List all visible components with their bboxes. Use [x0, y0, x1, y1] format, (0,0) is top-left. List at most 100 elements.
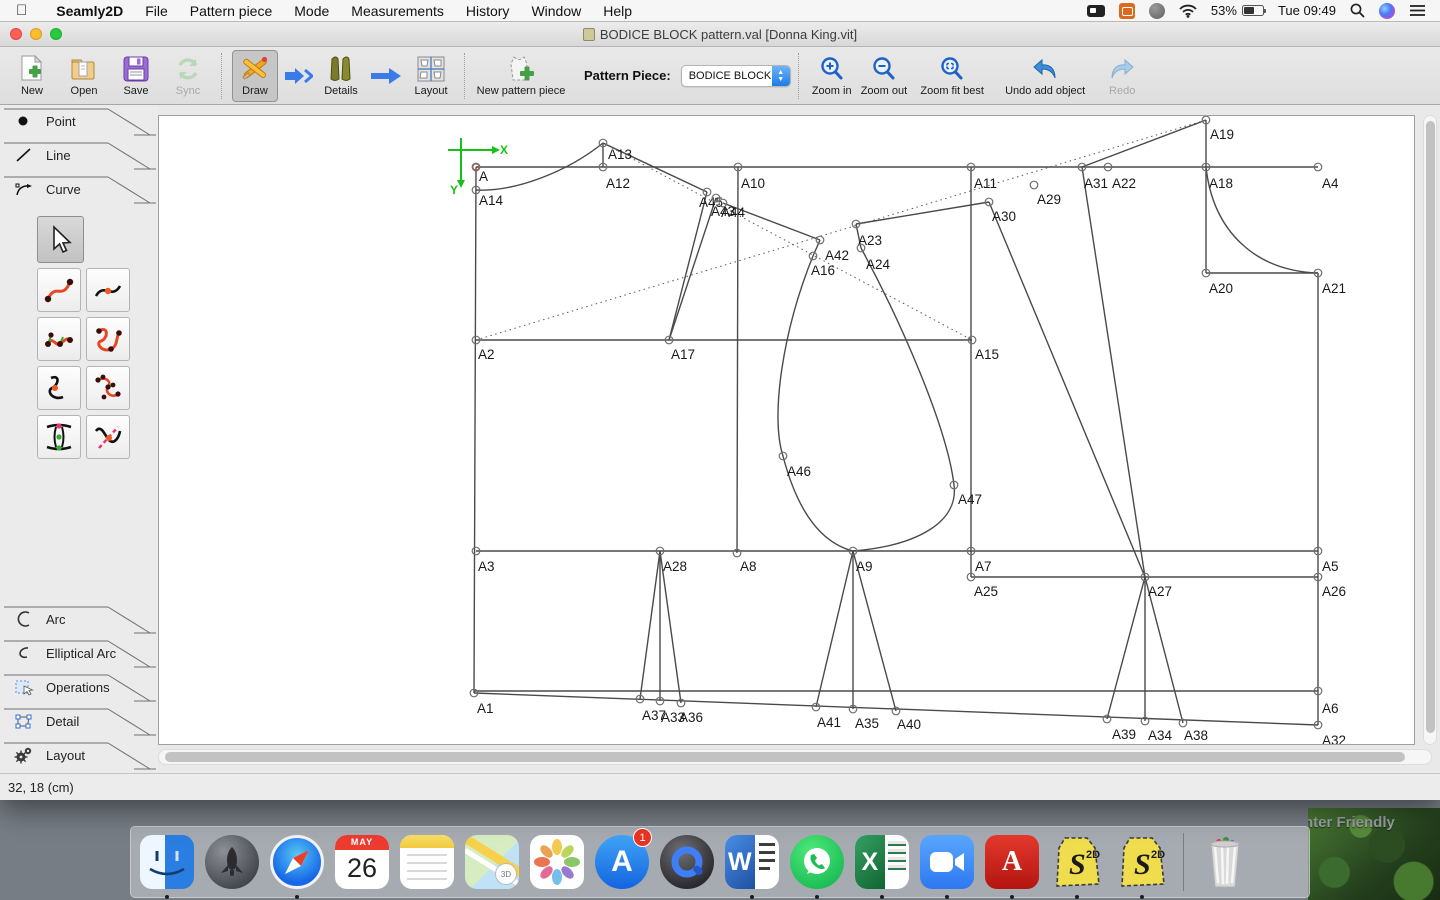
pattern-point-label-A28[interactable]: A28	[663, 559, 687, 574]
dock-launchpad[interactable]	[202, 832, 262, 892]
dock-safari[interactable]	[267, 832, 327, 899]
dock-excel[interactable]: X	[852, 832, 912, 899]
horizontal-scrollbar-thumb[interactable]	[165, 751, 1405, 762]
pattern-point-A40[interactable]	[891, 706, 901, 716]
pattern-point-A15[interactable]	[967, 335, 977, 345]
pattern-point-label-A15[interactable]: A15	[975, 347, 999, 362]
pattern-point-A26[interactable]	[1313, 572, 1323, 582]
pattern-point-A11[interactable]	[966, 162, 976, 172]
sidebar-section-operations[interactable]: Operations	[0, 671, 158, 705]
point-along-spline-tool[interactable]	[37, 366, 81, 410]
cubic-bezier-path-tool[interactable]	[86, 366, 130, 410]
save-button[interactable]: Save	[113, 50, 159, 102]
pattern-point-label-A40[interactable]: A40	[897, 717, 921, 732]
pattern-point-label-A35[interactable]: A35	[855, 716, 879, 731]
dock-seamly2d-2[interactable]: S 2D	[1112, 832, 1172, 899]
pattern-point-A12[interactable]	[598, 162, 608, 172]
siri-icon[interactable]	[1379, 2, 1395, 20]
pattern-point-A24[interactable]	[856, 243, 866, 253]
dock-zoom[interactable]	[917, 832, 977, 899]
pattern-point-label-A29[interactable]: A29	[1037, 192, 1061, 207]
sidebar-section-curve[interactable]: Curve	[0, 173, 158, 207]
pattern-point-A42[interactable]	[815, 235, 825, 245]
pattern-point-A47[interactable]	[949, 480, 959, 490]
pattern-point-A20[interactable]	[1201, 268, 1211, 278]
dock-maps[interactable]: 3D	[462, 832, 522, 892]
pattern-point-label-A34[interactable]: A34	[1148, 728, 1173, 743]
pattern-point-A39[interactable]	[1102, 714, 1112, 724]
wifi-icon[interactable]	[1179, 2, 1197, 20]
spline-tool[interactable]	[37, 268, 81, 312]
pattern-point-A9[interactable]	[848, 546, 858, 556]
pattern-point-A36[interactable]	[676, 698, 686, 708]
pattern-point-label-A31[interactable]: A31	[1084, 176, 1108, 191]
pattern-point-A5[interactable]	[1313, 546, 1323, 556]
sidebar-section-line[interactable]: Line	[0, 139, 158, 173]
pattern-point-label-A44[interactable]: A44	[721, 205, 746, 220]
pattern-point-label-A21[interactable]: A21	[1322, 281, 1346, 296]
pattern-point-label-A8[interactable]: A8	[740, 559, 757, 574]
horizontal-scrollbar[interactable]	[158, 749, 1432, 765]
menu-help[interactable]: Help	[592, 0, 643, 22]
pattern-point-label-A6[interactable]: A6	[1322, 701, 1339, 716]
dock-calendar[interactable]: MAY 26	[332, 832, 392, 892]
pattern-point-label-A7[interactable]: A7	[975, 559, 992, 574]
pattern-point-label-A22[interactable]: A22	[1112, 176, 1136, 191]
pattern-point-label-A24[interactable]: A24	[866, 257, 891, 272]
pattern-point-A34[interactable]	[1140, 716, 1150, 726]
pattern-point-label-A36[interactable]: A36	[679, 710, 703, 725]
pattern-point-A29[interactable]	[1029, 180, 1039, 190]
battery-indicator[interactable]: 53%	[1211, 3, 1266, 18]
pattern-point-label-A5[interactable]: A5	[1322, 559, 1339, 574]
pattern-curve[interactable]	[777, 255, 854, 552]
spline-cut-tool[interactable]	[86, 415, 130, 459]
pattern-point-label-A42[interactable]: A42	[825, 248, 849, 263]
undo-button[interactable]: Undo add object	[997, 50, 1093, 102]
notification-center-icon[interactable]	[1409, 2, 1426, 20]
pattern-point-A32[interactable]	[1313, 720, 1323, 730]
pattern-point-label-A19[interactable]: A19	[1210, 127, 1234, 142]
drawing-canvas[interactable]: X Y A A14 A13 A12 A10 A11 A31 A22 A18 A4 A19 A29 A30 A4…	[158, 115, 1415, 748]
dock-photos[interactable]	[527, 832, 587, 892]
zoom-fit-best-button[interactable]: Zoom fit best	[913, 50, 991, 102]
pattern-point-label-A20[interactable]: A20	[1209, 281, 1233, 296]
pattern-point-A3[interactable]	[471, 546, 481, 556]
cubic-bezier-tool[interactable]	[86, 317, 130, 361]
spotlight-icon[interactable]	[1350, 2, 1365, 20]
layout-mode-button[interactable]: Layout	[408, 50, 454, 102]
pattern-point-A16[interactable]	[808, 251, 818, 261]
pattern-point-A4[interactable]	[1313, 162, 1323, 172]
pattern-point-label-A41[interactable]: A41	[817, 715, 841, 730]
pattern-point-A17[interactable]	[664, 335, 674, 345]
pattern-point-label-A16[interactable]: A16	[811, 263, 835, 278]
select-arrow-tool[interactable]	[37, 216, 84, 263]
zoom-out-button[interactable]: Zoom out	[861, 50, 907, 102]
menu-window[interactable]: Window	[520, 0, 592, 22]
pattern-point-A22[interactable]	[1103, 162, 1113, 172]
pattern-point-A19[interactable]	[1201, 115, 1211, 125]
pattern-point-A43[interactable]	[711, 193, 721, 203]
pattern-point-label-A39[interactable]: A39	[1112, 727, 1136, 742]
pattern-point-label-A46[interactable]: A46	[787, 464, 811, 479]
vertical-scrollbar-thumb[interactable]	[1425, 121, 1435, 733]
menu-pattern-piece[interactable]: Pattern piece	[179, 0, 284, 22]
menu-history[interactable]: History	[455, 0, 521, 22]
sidebar-section-arc[interactable]: Arc	[0, 603, 158, 637]
sidebar-section-detail[interactable]: Detail	[0, 705, 158, 739]
pattern-curve[interactable]	[852, 247, 955, 552]
pattern-point-A10[interactable]	[733, 162, 743, 172]
pattern-point-label-A47[interactable]: A47	[958, 492, 982, 507]
open-button[interactable]: Open	[61, 50, 107, 102]
pattern-point-A2[interactable]	[471, 335, 481, 345]
pattern-point-A21[interactable]	[1313, 268, 1323, 278]
pattern-point-A18[interactable]	[1201, 162, 1211, 172]
sidebar-section-layout[interactable]: Layout	[0, 739, 158, 773]
dock-finder[interactable]	[137, 832, 197, 899]
pattern-point-A30[interactable]	[984, 197, 994, 207]
dock-app-store[interactable]: A 1	[592, 828, 652, 892]
pattern-point-label-A14[interactable]: A14	[479, 193, 504, 208]
window-titlebar[interactable]: BODICE BLOCK pattern.val [Donna King.vit…	[0, 22, 1440, 47]
zoom-in-button[interactable]: Zoom in	[809, 50, 855, 102]
new-button[interactable]: New	[9, 50, 55, 102]
dock-acrobat[interactable]: A	[982, 832, 1042, 899]
